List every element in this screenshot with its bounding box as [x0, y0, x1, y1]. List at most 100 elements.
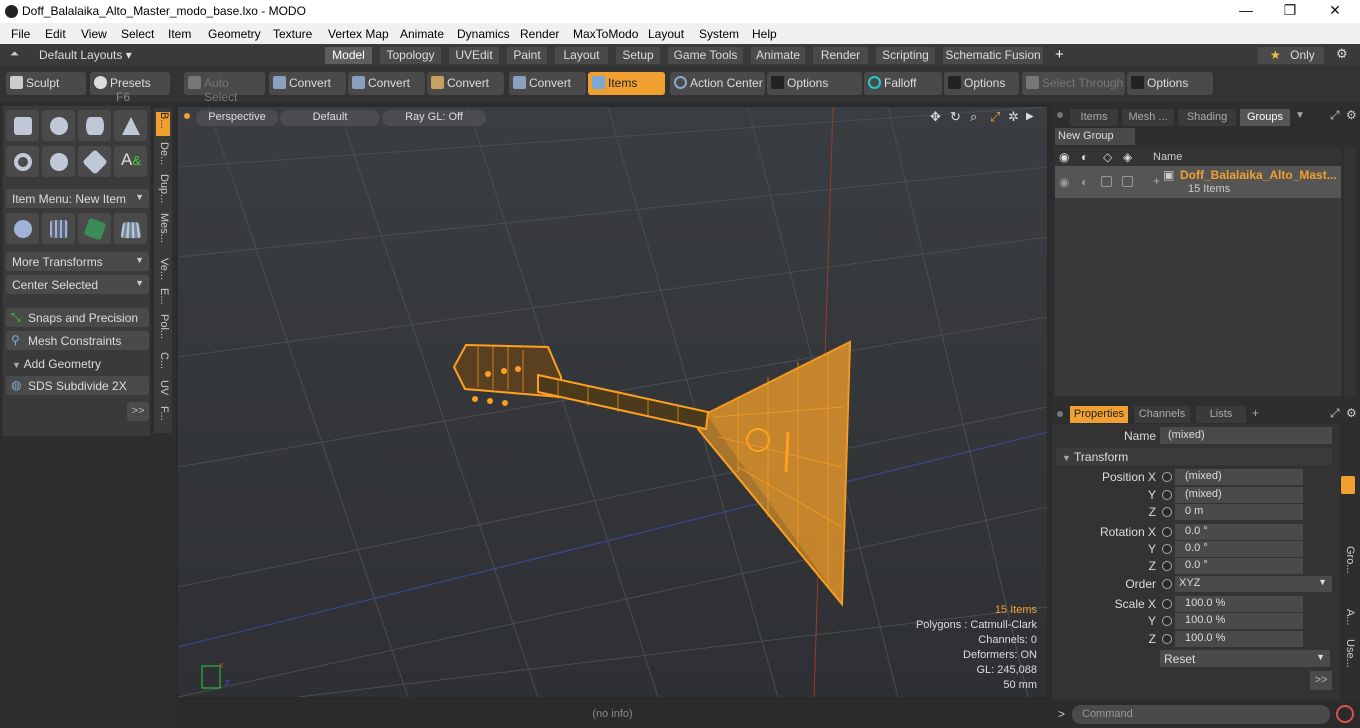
close-button[interactable]: ✕ — [1325, 2, 1345, 20]
plane-tool-button[interactable] — [114, 213, 147, 244]
menu-dynamics[interactable]: Dynamics — [457, 27, 510, 41]
position-z-field[interactable]: 0 m — [1175, 504, 1303, 520]
rotation-y-keyframe-icon[interactable] — [1162, 544, 1172, 554]
vtab-edge[interactable]: E... — [156, 288, 170, 305]
rotate-icon[interactable]: ↻ — [950, 109, 961, 125]
vtab-fusion[interactable]: F... — [156, 406, 170, 421]
panel-settings-icon[interactable]: ⚙ — [1346, 406, 1357, 420]
menu-vertex-map[interactable]: Vertex Map — [328, 27, 389, 41]
sds-subdivide-button[interactable]: ◍ SDS Subdivide 2X — [6, 376, 149, 395]
position-x-field[interactable]: (mixed) — [1175, 469, 1303, 485]
pen-tool-button[interactable] — [78, 146, 111, 177]
mesh-constraints-button[interactable]: ⚲ Mesh Constraints — [6, 331, 149, 350]
rotation-x-keyframe-icon[interactable] — [1162, 527, 1172, 537]
menu-geometry[interactable]: Geometry — [208, 27, 261, 41]
position-z-keyframe-icon[interactable] — [1162, 507, 1172, 517]
action-center-button[interactable]: Action Center — [670, 72, 765, 95]
row-render-checkbox[interactable] — [1122, 176, 1133, 187]
vtab-vertex[interactable]: Ve... — [156, 258, 170, 280]
falloff-options-button[interactable]: Options — [944, 72, 1019, 95]
tab-setup[interactable]: Setup — [616, 47, 660, 64]
command-input[interactable]: Command — [1072, 705, 1330, 724]
order-keyframe-icon[interactable] — [1162, 579, 1172, 589]
torus-tool-button[interactable] — [6, 146, 39, 177]
convert-vertices-button[interactable]: Convert — [269, 72, 346, 95]
vtab-duplicate[interactable]: Dup... — [156, 174, 170, 203]
rotation-y-field[interactable]: 0.0 ° — [1175, 541, 1303, 557]
visibility-eye-icon[interactable]: ◉ — [1059, 150, 1069, 164]
order-dropdown[interactable]: XYZ ▼ — [1175, 576, 1332, 592]
falloff-button[interactable]: Falloff — [864, 72, 942, 95]
tab-mesh[interactable]: Mesh ... — [1122, 109, 1174, 126]
render-icon[interactable]: ◈ — [1123, 150, 1132, 164]
panel-settings-icon[interactable]: ⚙ — [1346, 108, 1357, 122]
tab-schematic-fusion[interactable]: Schematic Fusion — [943, 47, 1043, 64]
menu-select[interactable]: Select — [121, 27, 154, 41]
transform-tool-button[interactable] — [6, 213, 39, 244]
tab-channels[interactable]: Channels — [1134, 406, 1190, 423]
convert-materials-button[interactable]: Convert — [509, 72, 586, 95]
transform-section[interactable]: ▼ Transform — [1056, 448, 1332, 465]
expand-panel-icon[interactable]: ⤢ — [1330, 406, 1340, 421]
tab-animate[interactable]: Animate — [751, 47, 805, 64]
vtab-mesh[interactable]: Mes... — [156, 213, 170, 243]
tab-model[interactable]: Model — [325, 47, 372, 64]
rotation-z-keyframe-icon[interactable] — [1162, 561, 1172, 571]
vtab-polygon[interactable]: Pol... — [156, 314, 170, 339]
expand-panel-icon[interactable]: ⤢ — [1330, 108, 1340, 123]
center-selected-dropdown[interactable]: Center Selected ▼ — [6, 275, 149, 294]
presets-button[interactable]: Presets F6 — [90, 72, 170, 104]
vtab-deform[interactable]: De... — [156, 142, 170, 165]
side-tab-active[interactable] — [1341, 476, 1355, 494]
tab-render[interactable]: Render — [813, 47, 868, 64]
scale-x-keyframe-icon[interactable] — [1162, 599, 1172, 609]
convert-polygons-button[interactable]: Convert — [427, 72, 504, 95]
group-row[interactable]: ◉ ◐ + ▣ Doff_Balalaika_Alto_Mast... 15 I… — [1055, 166, 1341, 198]
menu-animate[interactable]: Animate — [400, 27, 444, 41]
position-y-field[interactable]: (mixed) — [1175, 487, 1303, 503]
side-tab-user[interactable]: Use... — [1342, 639, 1356, 668]
zoom-icon[interactable]: ⌕ — [970, 109, 977, 125]
snaps-button[interactable]: ⤡ Snaps and Precision — [6, 308, 149, 327]
menu-help[interactable]: Help — [752, 27, 777, 41]
text-tool-button[interactable]: A& — [114, 146, 147, 177]
reset-dropdown[interactable]: Reset ▼ — [1160, 650, 1330, 667]
tab-paint[interactable]: Paint — [507, 47, 547, 64]
raygl-button[interactable]: Ray GL: Off — [382, 110, 486, 126]
menu-render[interactable]: Render — [520, 27, 559, 41]
tab-groups[interactable]: Groups — [1240, 109, 1290, 126]
add-geometry-section[interactable]: ▼ Add Geometry — [6, 354, 149, 372]
menu-system[interactable]: System — [699, 27, 739, 41]
add-tab-icon[interactable]: + — [1055, 46, 1064, 63]
tab-layout[interactable]: Layout — [555, 47, 608, 64]
layout-up-icon[interactable]: ⏶ — [10, 48, 19, 61]
viewport-menu-icon[interactable]: ▶ — [1026, 111, 1034, 122]
menu-file[interactable]: File — [11, 27, 30, 41]
tab-game-tools[interactable]: Game Tools — [668, 47, 743, 64]
tab-menu-icon[interactable]: ▼ — [1295, 110, 1305, 121]
menu-item[interactable]: Item — [168, 27, 191, 41]
more-tools-button[interactable]: >> — [127, 402, 149, 421]
row-select-checkbox[interactable] — [1101, 176, 1112, 187]
more-properties-button[interactable]: >> — [1310, 671, 1332, 690]
more-transforms-dropdown[interactable]: More Transforms ▼ — [6, 252, 149, 271]
select-through-options-button[interactable]: Options — [1127, 72, 1213, 95]
grid-tool-button[interactable] — [42, 213, 75, 244]
select-through-button[interactable]: Select Through — [1022, 72, 1125, 95]
layouts-dropdown[interactable]: Default Layouts ▾ — [39, 48, 132, 62]
auto-select-button[interactable]: Auto Select — [184, 72, 265, 104]
scale-z-field[interactable]: 100.0 % — [1175, 631, 1303, 647]
fit-icon[interactable]: ⤢ — [990, 109, 1000, 125]
name-field[interactable]: (mixed) — [1160, 427, 1332, 444]
convert-edges-button[interactable]: Convert — [348, 72, 425, 95]
tab-properties[interactable]: Properties — [1070, 406, 1128, 423]
maximize-button[interactable]: ❐ — [1280, 2, 1300, 20]
command-stop-icon[interactable] — [1336, 705, 1354, 723]
menu-edit[interactable]: Edit — [45, 27, 66, 41]
side-tab-groups[interactable]: Gro... — [1342, 546, 1356, 574]
vtab-curve[interactable]: C... — [156, 352, 170, 369]
viewport-settings-icon[interactable]: ✲ — [1008, 109, 1019, 125]
minimize-button[interactable]: — — [1236, 2, 1256, 20]
scale-x-field[interactable]: 100.0 % — [1175, 596, 1303, 612]
only-toggle[interactable]: ★ Only — [1258, 47, 1324, 64]
